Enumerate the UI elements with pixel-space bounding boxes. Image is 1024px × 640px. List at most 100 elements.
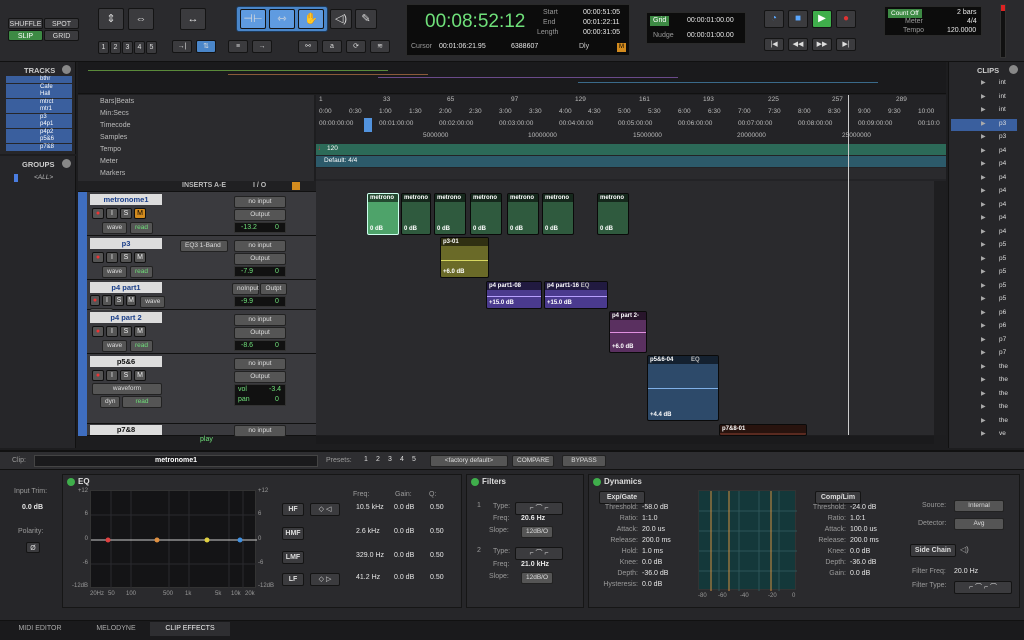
grid-mode-button[interactable]: GRID [44,30,79,41]
band-name-button[interactable]: HF [282,503,304,516]
ruler-markers-label[interactable]: Markers [100,170,125,177]
clip-list-item[interactable]: ▶ p4 [951,159,1017,171]
input-selector[interactable]: no input [234,358,286,370]
solo-button[interactable]: S [120,326,132,337]
preset-1[interactable]: 1 [364,456,368,463]
input-selector[interactable]: no input [234,314,286,326]
track-list-item[interactable]: p7&8 [6,143,72,151]
param-value[interactable]: -36.0 dB [642,570,668,577]
start-value[interactable]: 00:00:51:05 [583,9,620,16]
dynamics-graph[interactable] [698,490,797,591]
pencil-tool-icon[interactable]: ✎ [355,9,377,29]
groups-title[interactable]: GROUPS [22,160,55,169]
dynamics-power-icon[interactable] [593,478,601,486]
audio-clip[interactable]: p7&8-01 [719,424,807,436]
input-monitor-button[interactable]: I [106,370,118,381]
band-q[interactable]: 0.50 [430,574,444,581]
clip-list-item[interactable]: ▶ int [951,92,1017,104]
markers-ruler[interactable] [316,168,946,179]
audio-clip[interactable]: metrono 0 dB [470,193,502,235]
record-arm-button[interactable]: ● [90,295,100,306]
link-track-icon[interactable]: ≡ [228,40,248,53]
band-q[interactable]: 0.50 [430,552,444,559]
audio-clip[interactable]: p5&6-04 EQ +4.4 dB [647,355,719,421]
preset-4[interactable]: 4 [400,456,404,463]
preset-dropdown[interactable]: <factory default> [430,455,508,467]
band-gain[interactable]: 0.0 dB [394,574,414,581]
clips-menu-icon[interactable] [1009,65,1018,74]
scrubber-tool-icon[interactable]: ◁) [330,9,352,29]
param-value[interactable]: 100.0 us [850,526,877,533]
band-name-button[interactable]: HMF [282,527,304,540]
clip-list-item[interactable]: ▶ p5 [951,267,1017,279]
selection-marker[interactable] [364,118,372,132]
tab-midi-editor[interactable]: MIDI EDITOR [10,622,70,636]
volume-readout[interactable]: -13.2 0 [234,222,286,233]
clip-list-item[interactable]: ▶ int [951,105,1017,117]
input-trim-value[interactable]: 0.0 dB [22,504,43,511]
band-q[interactable]: 0.50 [430,504,444,511]
audio-clip[interactable]: metrono 0 dB [507,193,539,235]
group-all[interactable]: <ALL> [34,174,53,181]
band-freq[interactable]: 10.5 kHz [356,504,384,511]
audio-clip[interactable]: p4 part1-16 EQ +15.0 dB [544,281,608,309]
compare-button[interactable]: COMPARE [512,455,555,467]
clip-list-item[interactable]: ▶ p5 [951,254,1017,266]
lf-band-node[interactable] [105,537,111,543]
record-arm-button[interactable]: ● [92,208,104,219]
audio-clip[interactable]: metrono 0 dB [367,193,399,235]
param-value[interactable]: -36.0 dB [850,559,876,566]
record-arm-button[interactable]: ● [92,252,104,263]
go-to-end-icon[interactable]: ▶| [836,38,856,51]
clip-list-item[interactable]: ▶ the [951,402,1017,414]
preset-3[interactable]: 3 [388,456,392,463]
param-value[interactable]: 1.0 ms [642,548,663,555]
shuffle-button[interactable]: SHUFFLE [8,18,43,29]
solo-button[interactable]: S [120,370,132,381]
dyn-selector[interactable]: dyn [100,396,121,408]
track-view-selector[interactable]: wave [140,295,166,308]
vertical-scrollbar[interactable] [934,181,946,435]
fast-forward-icon[interactable]: ▶▶ [812,38,832,51]
clip-list-item[interactable]: ▶ int [951,78,1017,90]
clip-list-item[interactable]: ▶ p5 [951,281,1017,293]
audio-zoom-icon[interactable]: ⇕ [98,8,124,30]
volume-readout[interactable]: -8.6 0 [234,340,286,351]
clip-list-item[interactable]: ▶ p6 [951,308,1017,320]
clip-list-item[interactable]: ▶ p7 [951,335,1017,347]
audio-clip[interactable]: metrono 0 dB [401,193,431,235]
rewind-icon[interactable]: ◀◀ [788,38,808,51]
track-view-selector[interactable]: wave [102,340,128,352]
slip-button[interactable]: SLIP [8,30,43,41]
sidechain-button[interactable]: Side Chain [910,544,956,557]
dly-label[interactable]: Dly [579,43,589,50]
selector-tool-icon[interactable]: ⇿ [269,9,295,29]
clip-list-item[interactable]: ▶ the [951,389,1017,401]
clips-title[interactable]: CLIPS [977,66,999,75]
input-selector[interactable]: no input [234,196,286,208]
param-value[interactable]: 200.0 ms [642,537,671,544]
universe-overview[interactable] [78,62,946,94]
clip-list-item[interactable]: ▶ the [951,416,1017,428]
track-view-selector[interactable]: waveform [92,383,162,395]
filter1-type-selector[interactable]: ⌐ ⌒ ⌐ [515,502,563,515]
solo-button[interactable]: S [114,295,124,306]
param-value[interactable]: 0.0 dB [642,559,662,566]
volume-readout[interactable]: -9.9 0 [234,296,286,307]
zoomer-tool-icon[interactable]: ↔ [180,8,206,30]
spot-button[interactable]: SPOT [44,18,79,29]
ruler-timecode-label[interactable]: Timecode [100,122,130,129]
track-name[interactable]: p4 part 2 [90,312,162,323]
tempo-ruler[interactable]: ♩ 120 [316,144,946,155]
track-list-item[interactable]: mtrct [6,98,72,106]
tab-to-transient-icon[interactable]: →| [172,40,192,53]
sc-filter-freq[interactable]: 20.0 Hz [954,568,978,575]
filter2-slope[interactable]: 12dB/O [521,572,554,584]
clip-list-item[interactable]: ▶ p4 [951,186,1017,198]
keyboard-focus-icon[interactable]: a [322,40,342,53]
insert-slot[interactable]: EQ3 1-Band [180,240,228,252]
clip-list-item[interactable]: ▶ the [951,362,1017,374]
tempo-value[interactable]: 120.0000 [947,27,976,34]
track-list-item[interactable]: Cafe [6,83,72,91]
band-q[interactable]: 0.50 [430,528,444,535]
